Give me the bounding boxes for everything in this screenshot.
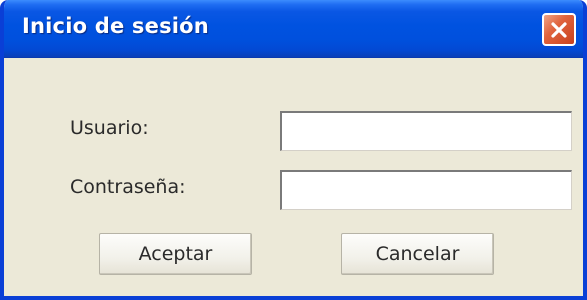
password-label: Contraseña: (70, 176, 186, 198)
password-input[interactable] (280, 170, 572, 210)
title-bar[interactable]: Inicio de sesión (4, 0, 583, 58)
accept-button[interactable]: Aceptar (99, 233, 252, 275)
window-title: Inicio de sesión (22, 14, 209, 38)
username-input[interactable] (280, 111, 572, 151)
login-dialog: Inicio de sesión Usuario: Contraseña: Ac… (0, 0, 587, 300)
close-icon (551, 21, 567, 38)
close-button[interactable] (542, 13, 576, 46)
username-label: Usuario: (70, 117, 149, 139)
cancel-button[interactable]: Cancelar (341, 233, 494, 275)
